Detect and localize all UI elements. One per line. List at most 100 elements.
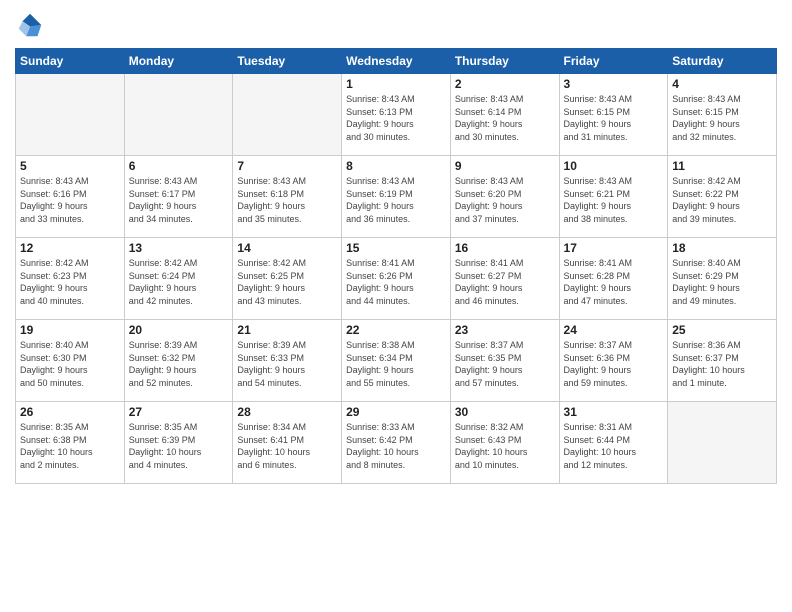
page-header [15, 10, 777, 40]
calendar-cell: 29 Sunrise: 8:33 AMSunset: 6:42 PMDayligh… [342, 402, 451, 484]
calendar-cell: 30 Sunrise: 8:32 AMSunset: 6:43 PMDayligh… [450, 402, 559, 484]
logo-icon [15, 10, 45, 40]
day-info: Sunrise: 8:43 AMSunset: 6:14 PMDaylight:… [455, 93, 555, 143]
day-number: 6 [129, 159, 229, 173]
calendar-cell: 17 Sunrise: 8:41 AMSunset: 6:28 PMDayligh… [559, 238, 668, 320]
day-number: 18 [672, 241, 772, 255]
day-info: Sunrise: 8:43 AMSunset: 6:15 PMDaylight:… [564, 93, 664, 143]
calendar-cell [233, 74, 342, 156]
calendar-cell: 23 Sunrise: 8:37 AMSunset: 6:35 PMDayligh… [450, 320, 559, 402]
calendar-cell [124, 74, 233, 156]
weekday-header-saturday: Saturday [668, 49, 777, 74]
calendar-cell: 18Sunrise: 8:40 AMSunset: 6:29 PMDayligh… [668, 238, 777, 320]
calendar-cell: 20Sunrise: 8:39 AMSunset: 6:32 PMDayligh… [124, 320, 233, 402]
calendar-cell: 1 Sunrise: 8:43 AMSunset: 6:13 PMDaylight… [342, 74, 451, 156]
calendar-cell: 16Sunrise: 8:41 AMSunset: 6:27 PMDayligh… [450, 238, 559, 320]
day-number: 15 [346, 241, 446, 255]
day-info: Sunrise: 8:33 AMSunset: 6:42 PMDaylight:… [346, 421, 446, 471]
day-number: 14 [237, 241, 337, 255]
day-number: 16 [455, 241, 555, 255]
calendar-cell: 12 Sunrise: 8:42 AMSunset: 6:23 PMDayligh… [16, 238, 125, 320]
calendar-cell: 11 Sunrise: 8:42 AMSunset: 6:22 PMDayligh… [668, 156, 777, 238]
day-info: Sunrise: 8:43 AMSunset: 6:18 PMDaylight:… [237, 175, 337, 225]
day-info: Sunrise: 8:32 AMSunset: 6:43 PMDaylight:… [455, 421, 555, 471]
day-info: Sunrise: 8:41 AMSunset: 6:26 PMDaylight:… [346, 257, 446, 307]
calendar-cell: 14 Sunrise: 8:42 AMSunset: 6:25 PMDayligh… [233, 238, 342, 320]
day-info: Sunrise: 8:43 AMSunset: 6:19 PMDaylight:… [346, 175, 446, 225]
calendar-cell: 10Sunrise: 8:43 AMSunset: 6:21 PMDayligh… [559, 156, 668, 238]
day-number: 27 [129, 405, 229, 419]
day-info: Sunrise: 8:42 AMSunset: 6:22 PMDaylight:… [672, 175, 772, 225]
day-number: 2 [455, 77, 555, 91]
day-number: 11 [672, 159, 772, 173]
calendar-cell: 13Sunrise: 8:42 AMSunset: 6:24 PMDayligh… [124, 238, 233, 320]
day-info: Sunrise: 8:35 AMSunset: 6:39 PMDaylight:… [129, 421, 229, 471]
day-number: 13 [129, 241, 229, 255]
day-number: 31 [564, 405, 664, 419]
day-info: Sunrise: 8:43 AMSunset: 6:13 PMDaylight:… [346, 93, 446, 143]
day-number: 7 [237, 159, 337, 173]
day-info: Sunrise: 8:37 AMSunset: 6:35 PMDaylight:… [455, 339, 555, 389]
week-row-2: 5 Sunrise: 8:43 AMSunset: 6:16 PMDaylight… [16, 156, 777, 238]
day-number: 5 [20, 159, 120, 173]
calendar-cell: 15 Sunrise: 8:41 AMSunset: 6:26 PMDayligh… [342, 238, 451, 320]
day-number: 17 [564, 241, 664, 255]
day-info: Sunrise: 8:37 AMSunset: 6:36 PMDaylight:… [564, 339, 664, 389]
day-number: 4 [672, 77, 772, 91]
calendar-cell [16, 74, 125, 156]
day-number: 19 [20, 323, 120, 337]
day-number: 26 [20, 405, 120, 419]
weekday-header-wednesday: Wednesday [342, 49, 451, 74]
day-number: 30 [455, 405, 555, 419]
day-info: Sunrise: 8:39 AMSunset: 6:33 PMDaylight:… [237, 339, 337, 389]
day-number: 21 [237, 323, 337, 337]
day-info: Sunrise: 8:34 AMSunset: 6:41 PMDaylight:… [237, 421, 337, 471]
calendar-cell: 24 Sunrise: 8:37 AMSunset: 6:36 PMDayligh… [559, 320, 668, 402]
day-number: 3 [564, 77, 664, 91]
calendar-cell: 6Sunrise: 8:43 AMSunset: 6:17 PMDaylight… [124, 156, 233, 238]
calendar-cell: 27 Sunrise: 8:35 AMSunset: 6:39 PMDayligh… [124, 402, 233, 484]
day-number: 8 [346, 159, 446, 173]
calendar-cell: 7 Sunrise: 8:43 AMSunset: 6:18 PMDaylight… [233, 156, 342, 238]
day-number: 23 [455, 323, 555, 337]
day-number: 24 [564, 323, 664, 337]
day-number: 25 [672, 323, 772, 337]
day-number: 9 [455, 159, 555, 173]
day-info: Sunrise: 8:42 AMSunset: 6:25 PMDaylight:… [237, 257, 337, 307]
calendar-cell [668, 402, 777, 484]
weekday-header-row: SundayMondayTuesdayWednesdayThursdayFrid… [16, 49, 777, 74]
day-number: 1 [346, 77, 446, 91]
calendar-cell: 26Sunrise: 8:35 AMSunset: 6:38 PMDayligh… [16, 402, 125, 484]
week-row-3: 12 Sunrise: 8:42 AMSunset: 6:23 PMDayligh… [16, 238, 777, 320]
weekday-header-tuesday: Tuesday [233, 49, 342, 74]
week-row-1: 1 Sunrise: 8:43 AMSunset: 6:13 PMDaylight… [16, 74, 777, 156]
logo [15, 10, 49, 40]
day-info: Sunrise: 8:41 AMSunset: 6:28 PMDaylight:… [564, 257, 664, 307]
weekday-header-friday: Friday [559, 49, 668, 74]
day-info: Sunrise: 8:43 AMSunset: 6:21 PMDaylight:… [564, 175, 664, 225]
day-info: Sunrise: 8:36 AMSunset: 6:37 PMDaylight:… [672, 339, 772, 389]
calendar-cell: 25 Sunrise: 8:36 AMSunset: 6:37 PMDayligh… [668, 320, 777, 402]
weekday-header-sunday: Sunday [16, 49, 125, 74]
calendar-cell: 19Sunrise: 8:40 AMSunset: 6:30 PMDayligh… [16, 320, 125, 402]
weekday-header-thursday: Thursday [450, 49, 559, 74]
calendar-cell: 31 Sunrise: 8:31 AMSunset: 6:44 PMDayligh… [559, 402, 668, 484]
day-info: Sunrise: 8:39 AMSunset: 6:32 PMDaylight:… [129, 339, 229, 389]
day-info: Sunrise: 8:31 AMSunset: 6:44 PMDaylight:… [564, 421, 664, 471]
day-info: Sunrise: 8:42 AMSunset: 6:23 PMDaylight:… [20, 257, 120, 307]
calendar-cell: 28Sunrise: 8:34 AMSunset: 6:41 PMDayligh… [233, 402, 342, 484]
week-row-4: 19Sunrise: 8:40 AMSunset: 6:30 PMDayligh… [16, 320, 777, 402]
calendar-cell: 3 Sunrise: 8:43 AMSunset: 6:15 PMDaylight… [559, 74, 668, 156]
weekday-header-monday: Monday [124, 49, 233, 74]
day-info: Sunrise: 8:43 AMSunset: 6:20 PMDaylight:… [455, 175, 555, 225]
day-number: 29 [346, 405, 446, 419]
day-info: Sunrise: 8:38 AMSunset: 6:34 PMDaylight:… [346, 339, 446, 389]
day-number: 12 [20, 241, 120, 255]
calendar-cell: 22Sunrise: 8:38 AMSunset: 6:34 PMDayligh… [342, 320, 451, 402]
calendar-cell: 21 Sunrise: 8:39 AMSunset: 6:33 PMDayligh… [233, 320, 342, 402]
day-info: Sunrise: 8:43 AMSunset: 6:16 PMDaylight:… [20, 175, 120, 225]
calendar-cell: 4 Sunrise: 8:43 AMSunset: 6:15 PMDaylight… [668, 74, 777, 156]
day-info: Sunrise: 8:43 AMSunset: 6:15 PMDaylight:… [672, 93, 772, 143]
calendar-cell: 5 Sunrise: 8:43 AMSunset: 6:16 PMDaylight… [16, 156, 125, 238]
calendar-cell: 9 Sunrise: 8:43 AMSunset: 6:20 PMDaylight… [450, 156, 559, 238]
